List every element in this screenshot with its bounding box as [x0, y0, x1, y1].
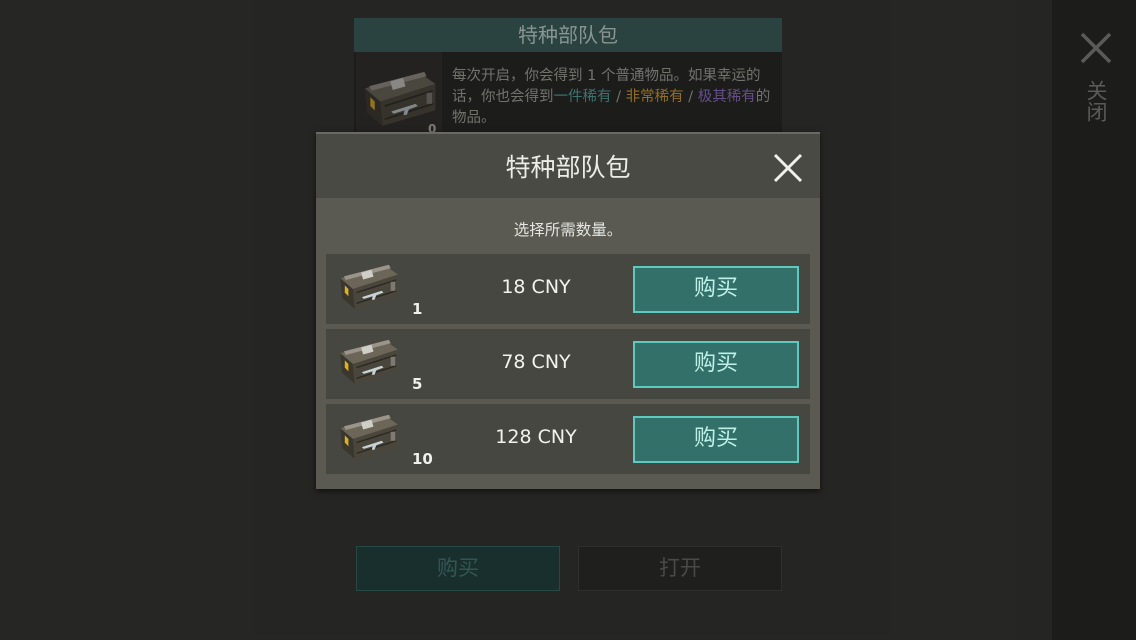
option-quantity: 10 [412, 450, 433, 468]
dialog-header: 特种部队包 [316, 132, 820, 198]
purchase-option: 1 18 CNY 购买 [326, 254, 810, 324]
weapon-crate-icon [339, 264, 399, 310]
buy-button[interactable]: 购买 [633, 416, 799, 463]
dialog-subtitle: 选择所需数量。 [513, 221, 623, 239]
option-price: 18 CNY [501, 276, 571, 298]
option-quantity: 1 [412, 300, 423, 318]
option-price: 128 CNY [495, 426, 577, 448]
purchase-option: 5 78 CNY 购买 [326, 329, 810, 399]
purchase-dialog: 特种部队包 选择所需数量。 1 18 CNY 购买 5 78 CNY 购买 10… [316, 132, 820, 489]
weapon-crate-icon [339, 339, 399, 385]
dialog-title: 特种部队包 [505, 153, 631, 182]
option-price: 78 CNY [501, 351, 571, 373]
buy-button[interactable]: 购买 [633, 341, 799, 388]
option-quantity: 5 [412, 375, 423, 393]
weapon-crate-icon [339, 414, 399, 460]
purchase-option: 10 128 CNY 购买 [326, 404, 810, 474]
close-icon[interactable] [772, 152, 804, 184]
buy-button[interactable]: 购买 [633, 266, 799, 313]
